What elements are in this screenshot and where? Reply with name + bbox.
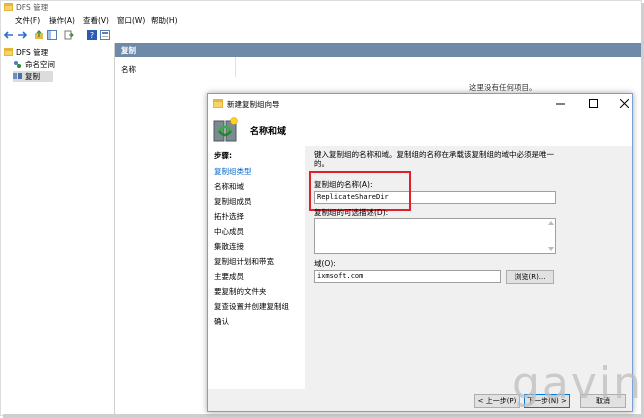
wizard-page-heading: 名称和域 [250,127,287,137]
wizard-title: 新建复制组向导 [227,100,280,109]
console-tree: DFS 管理 命名空间 复制 [1,43,115,415]
export-list-icon[interactable] [64,30,74,40]
results-header-title: 复制 [121,46,136,55]
help-icon[interactable]: ? [87,30,97,40]
description-textarea[interactable] [314,218,556,254]
menu-bar: 文件(F) 操作(A) 查看(V) 窗口(W) 帮助(H) [1,13,641,27]
empty-list-message: 这里没有任何项目。 [469,83,537,92]
replication-icon [13,73,22,79]
steps-title: 步骤: [214,151,232,160]
highlight-box [309,171,411,211]
namespace-icon [14,61,21,68]
replication-wizard-icon [213,117,238,142]
tree-replication-label: 复制 [25,72,40,81]
scroll-up-icon[interactable] [548,220,554,225]
step-replication-group-type[interactable]: 复制组类型 [214,166,252,177]
toolbar: ? [1,27,641,44]
window-shadow-bottom [3,414,644,418]
dfs-app-icon [4,3,13,11]
column-header-name[interactable]: 名称 [121,64,136,75]
results-header: 复制 [115,43,641,57]
dfs-management-icon [4,48,13,56]
step-hub-connections: 集散连接 [214,242,244,251]
window-title: DFS 管理 [16,3,49,12]
wizard-title-bar: 新建复制组向导 [208,94,632,114]
folder-up-icon[interactable] [34,30,44,40]
wizard-header: 名称和域 [208,114,632,147]
column-divider [235,57,236,77]
step-primary-member: 主要成员 [214,272,244,281]
show-tree-icon[interactable] [47,30,57,40]
forward-arrow-icon[interactable] [17,30,27,40]
menu-window[interactable]: 窗口(W) [117,15,145,26]
tree-root-label: DFS 管理 [16,48,49,57]
wizard-app-icon [213,99,223,108]
browse-button[interactable]: 浏览(R)... [506,270,554,284]
steps-pane: 步骤: 复制组类型 名称和域 复制组成员 拓扑选择 中心成员 集散连接 复制组计… [208,146,305,389]
step-schedule-bandwidth: 复制组计划和带宽 [214,257,274,266]
step-name-and-domain: 名称和域 [214,182,244,191]
svg-text:?: ? [90,31,94,40]
tree-item-dfs-management[interactable]: DFS 管理 [4,47,112,58]
step-folders: 要复制的文件夹 [214,287,267,296]
wizard-description: 键入复制组的名称和域。复制组的名称在承载该复制组的域中必须是唯一的。 [314,150,554,168]
menu-file[interactable]: 文件(F) [15,15,40,26]
tree-item-namespaces[interactable]: 命名空间 [13,59,111,70]
maximize-icon[interactable] [589,99,598,108]
tree-namespaces-label: 命名空间 [25,60,55,69]
properties-icon[interactable] [100,30,110,40]
back-arrow-icon[interactable] [4,30,14,40]
tree-item-replication[interactable]: 复制 [13,71,53,82]
step-hub-members: 中心成员 [214,227,244,236]
description-label: 复制组的可选描述(D): [314,208,389,217]
menu-view[interactable]: 查看(V) [83,15,109,26]
wizard-body: 步骤: 复制组类型 名称和域 复制组成员 拓扑选择 中心成员 集散连接 复制组计… [208,146,632,389]
step-members: 复制组成员 [214,197,252,206]
menu-help[interactable]: 帮助(H) [151,15,178,26]
domain-input[interactable]: ixmsoft.com [314,270,501,283]
step-review: 复查设置并创建复制组 [214,302,289,311]
menu-action[interactable]: 操作(A) [49,15,75,26]
title-bar: DFS 管理 [1,1,641,13]
step-topology: 拓扑选择 [214,212,244,221]
domain-label: 域(O): [314,259,336,268]
scroll-down-icon[interactable] [548,247,554,252]
step-confirmation: 确认 [214,317,229,326]
close-icon[interactable] [620,99,629,108]
minimize-icon[interactable] [556,100,565,108]
domain-value: ixmsoft.com [317,272,364,280]
watermark-text: gavin [512,358,644,409]
